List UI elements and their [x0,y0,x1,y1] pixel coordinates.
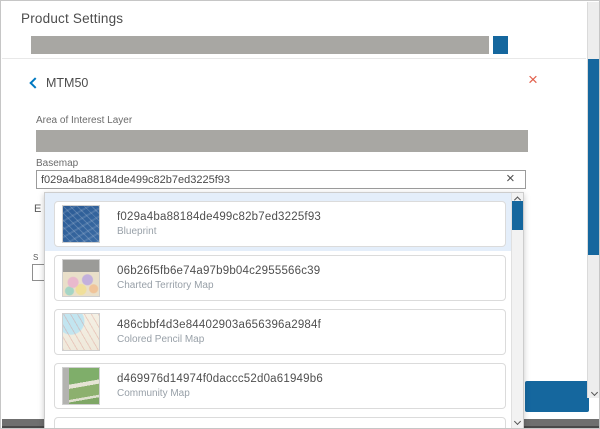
page-title: Product Settings [21,11,123,26]
basemap-thumbnail [62,205,100,243]
basemap-item-name: Blueprint [117,226,321,237]
header-placeholder-bar [31,36,489,54]
back-button-label: MTM50 [46,76,88,90]
list-item-partial[interactable] [45,409,511,429]
aoi-input-redacted[interactable] [36,130,528,152]
basemap-field-label: Basemap [36,158,78,169]
basemap-item-id: f029a4ba88184de499c82b7ed3225f93 [117,211,321,223]
page-scrollbar[interactable] [587,2,600,398]
clear-input-icon[interactable]: × [506,170,515,188]
basemap-item-name: Charted Territory Map [117,280,320,291]
basemap-item-name: Community Map [117,388,323,399]
product-settings-window: Product Settings MTM50 × Area of Interes… [0,0,600,429]
dropdown-row[interactable]: f029a4ba88184de499c82b7ed3225f93 Bluepri… [45,193,511,251]
page-scroll-down-icon[interactable] [588,390,600,395]
aoi-field-label: Area of Interest Layer [36,115,132,126]
basemap-dropdown-list: f029a4ba88184de499c82b7ed3225f93 Bluepri… [45,193,511,429]
basemap-option-card[interactable]: 06b26f5fb6e74a97b9b04c2955566c39 Charted… [54,255,506,301]
basemap-item-id: 06b26f5fb6e74a97b9b04c2955566c39 [117,265,320,277]
divider [2,58,586,59]
basemap-option-card[interactable]: f029a4ba88184de499c82b7ed3225f93 Bluepri… [54,201,506,247]
basemap-thumbnail [62,367,100,405]
basemap-input[interactable] [36,170,526,189]
close-icon[interactable]: × [528,71,538,88]
basemap-item-name: Colored Pencil Map [117,334,321,345]
dropdown-row[interactable]: 06b26f5fb6e74a97b9b04c2955566c39 Charted… [45,247,511,301]
page-scrollbar-thumb[interactable] [588,59,600,255]
basemap-dropdown-panel: f029a4ba88184de499c82b7ed3225f93 Bluepri… [44,192,524,429]
scroll-down-icon[interactable] [512,416,523,426]
basemap-option-card[interactable]: 486cbbf4d3e84402903a656396a2984f Colored… [54,309,506,355]
dropdown-row[interactable]: d469976d14974f0daccc52d0a61949b6 Communi… [45,355,511,409]
basemap-thumbnail [62,313,100,351]
chevron-left-icon [29,77,40,88]
basemap-item-id: 486cbbf4d3e84402903a656396a2984f [117,319,321,331]
dropdown-scrollbar[interactable] [511,193,523,429]
obscured-label-e: E [34,203,41,215]
dropdown-scrollbar-thumb[interactable] [512,201,523,230]
dropdown-row[interactable]: 486cbbf4d3e84402903a656396a2984f Colored… [45,301,511,355]
back-button[interactable]: MTM50 [31,76,88,90]
header-blue-handle[interactable] [493,36,508,54]
confirm-button[interactable] [525,381,589,412]
basemap-option-card[interactable]: d469976d14974f0daccc52d0a61949b6 Communi… [54,363,506,409]
basemap-item-id: d469976d14974f0daccc52d0a61949b6 [117,373,323,385]
basemap-thumbnail [62,259,100,297]
obscured-label-s: S [33,253,38,262]
